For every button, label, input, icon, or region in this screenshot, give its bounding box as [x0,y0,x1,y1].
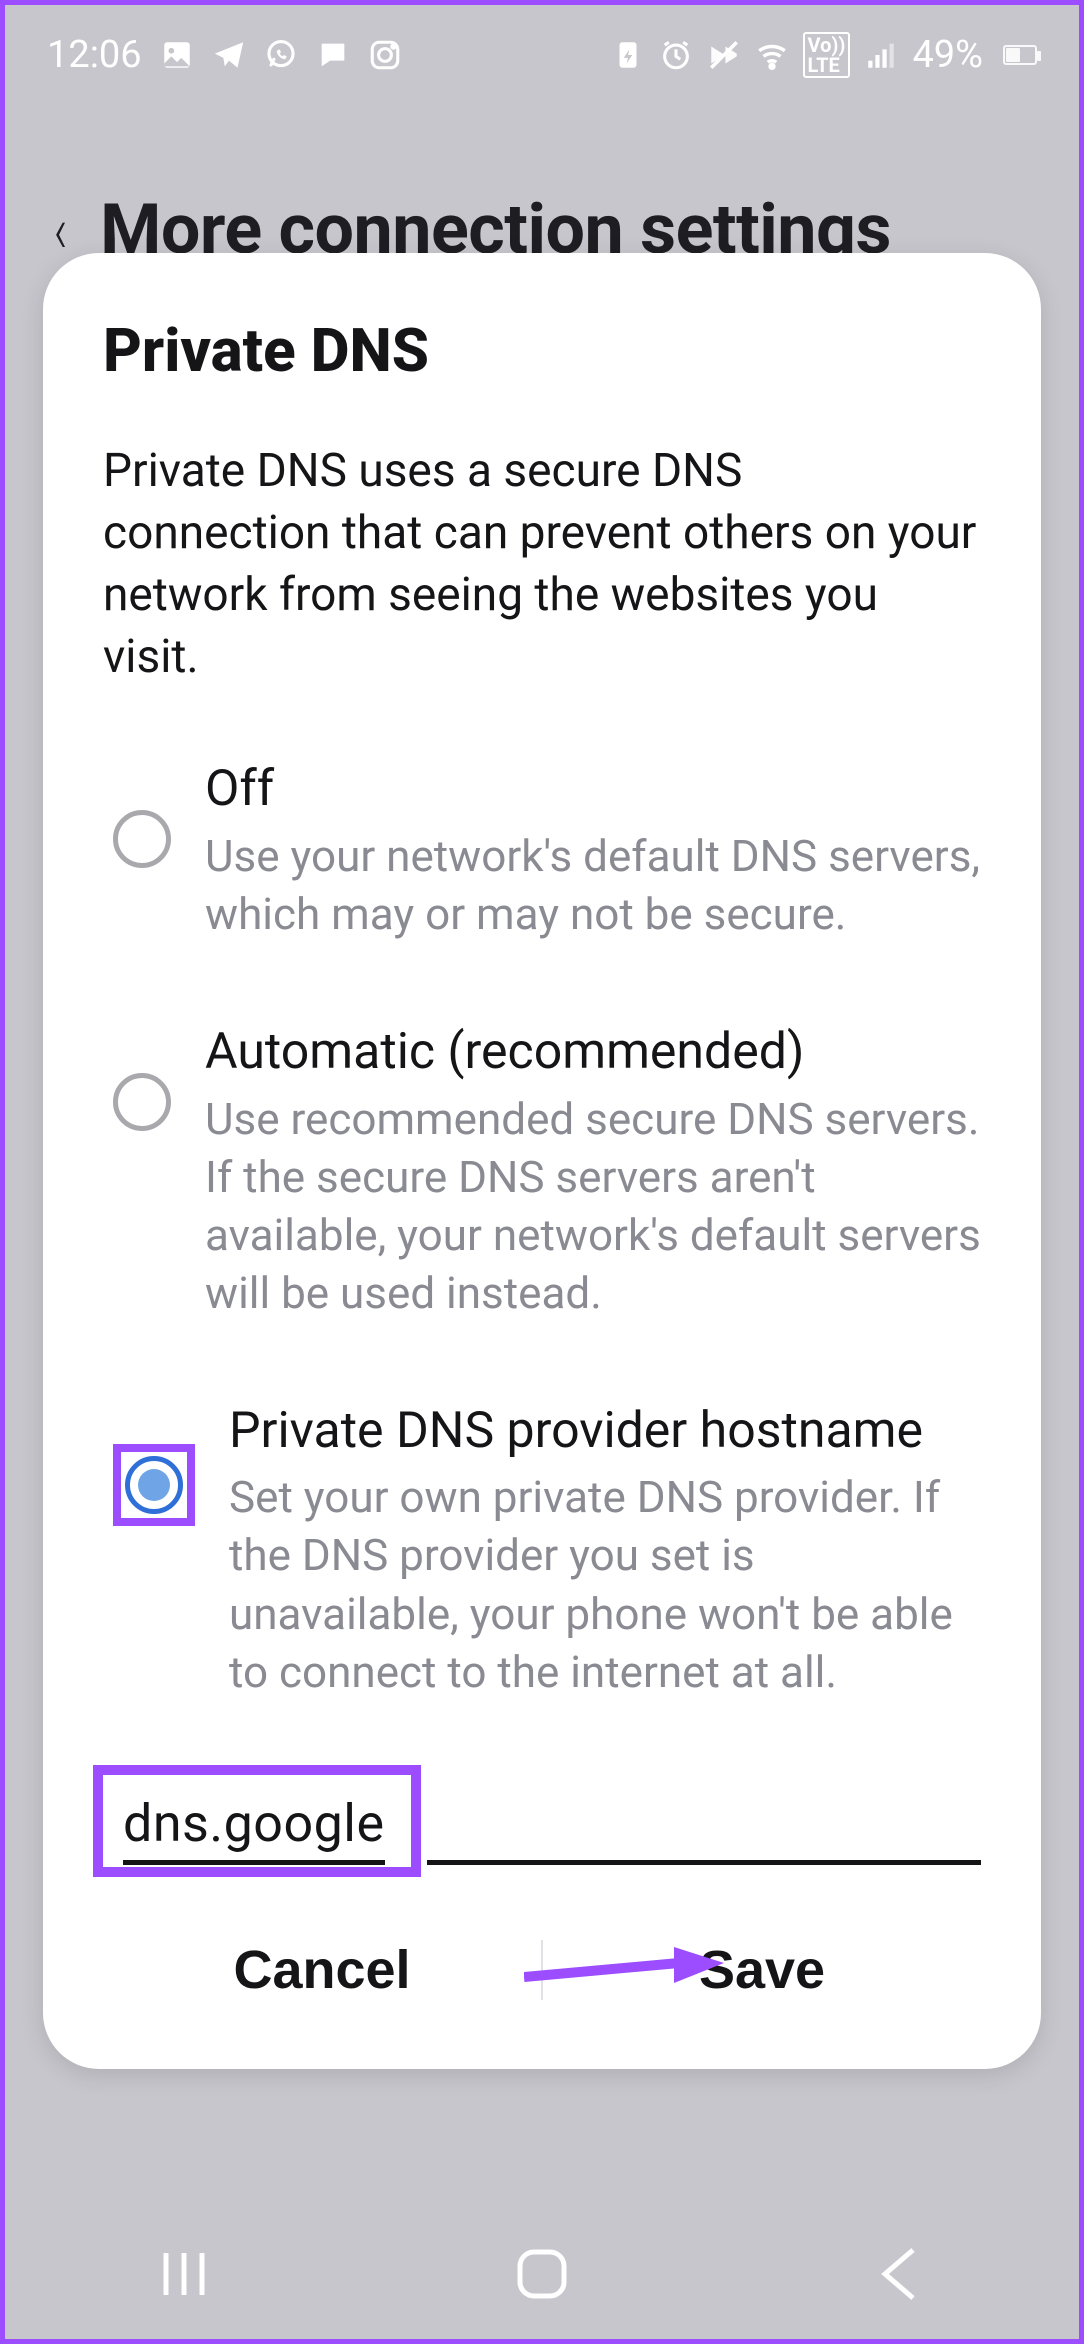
cancel-button[interactable]: Cancel [103,1915,541,2025]
option-off-title: Off [205,758,981,821]
alarm-icon [659,38,693,72]
option-hostname[interactable]: Private DNS provider hostname Set your o… [113,1400,981,1701]
annotation-highlight-radio [113,1444,195,1526]
option-automatic-subtitle: Use recommended secure DNS servers. If t… [205,1090,981,1322]
nav-back-button[interactable] [840,2234,960,2314]
radio-hostname[interactable] [125,1456,183,1514]
option-hostname-title: Private DNS provider hostname [229,1400,981,1463]
hostname-row: dns.google [103,1765,981,1877]
radio-automatic[interactable] [113,1073,171,1131]
dialog-title: Private DNS [103,315,981,386]
back-icon[interactable]: ‹ [54,193,67,268]
option-off-subtitle: Use your network's default DNS servers, … [205,827,981,943]
instagram-icon [368,38,402,72]
annotation-highlight-input: dns.google [93,1765,421,1877]
option-off[interactable]: Off Use your network's default DNS serve… [113,758,981,943]
battery-saver-icon [611,38,645,72]
android-nav-bar [5,2209,1079,2339]
battery-icon [1003,45,1037,65]
volte-icon: Vo))LTE [803,32,851,78]
option-hostname-subtitle: Set your own private DNS provider. If th… [229,1468,981,1700]
status-bar: 12:06 Vo))LTE 49% [5,5,1079,105]
option-automatic-title: Automatic (recommended) [205,1021,981,1084]
radio-off[interactable] [113,810,171,868]
chat-icon [316,38,350,72]
vibrate-icon [707,38,741,72]
telegram-icon [212,38,246,72]
input-underline [427,1860,981,1865]
wifi-icon [755,38,789,72]
hostname-input[interactable]: dns.google [123,1793,385,1854]
whatsapp-icon [264,38,298,72]
status-time: 12:06 [47,33,142,77]
nav-recents-button[interactable] [124,2234,244,2314]
dialog-description: Private DNS uses a secure DNS connection… [103,440,981,688]
gallery-icon [160,38,194,72]
nav-home-button[interactable] [482,2234,602,2314]
signal-icon [864,38,898,72]
private-dns-dialog: Private DNS Private DNS uses a secure DN… [43,253,1041,2069]
battery-percent: 49% [912,33,983,77]
save-button[interactable]: Save [543,1915,981,2025]
option-automatic[interactable]: Automatic (recommended) Use recommended … [113,1021,981,1322]
